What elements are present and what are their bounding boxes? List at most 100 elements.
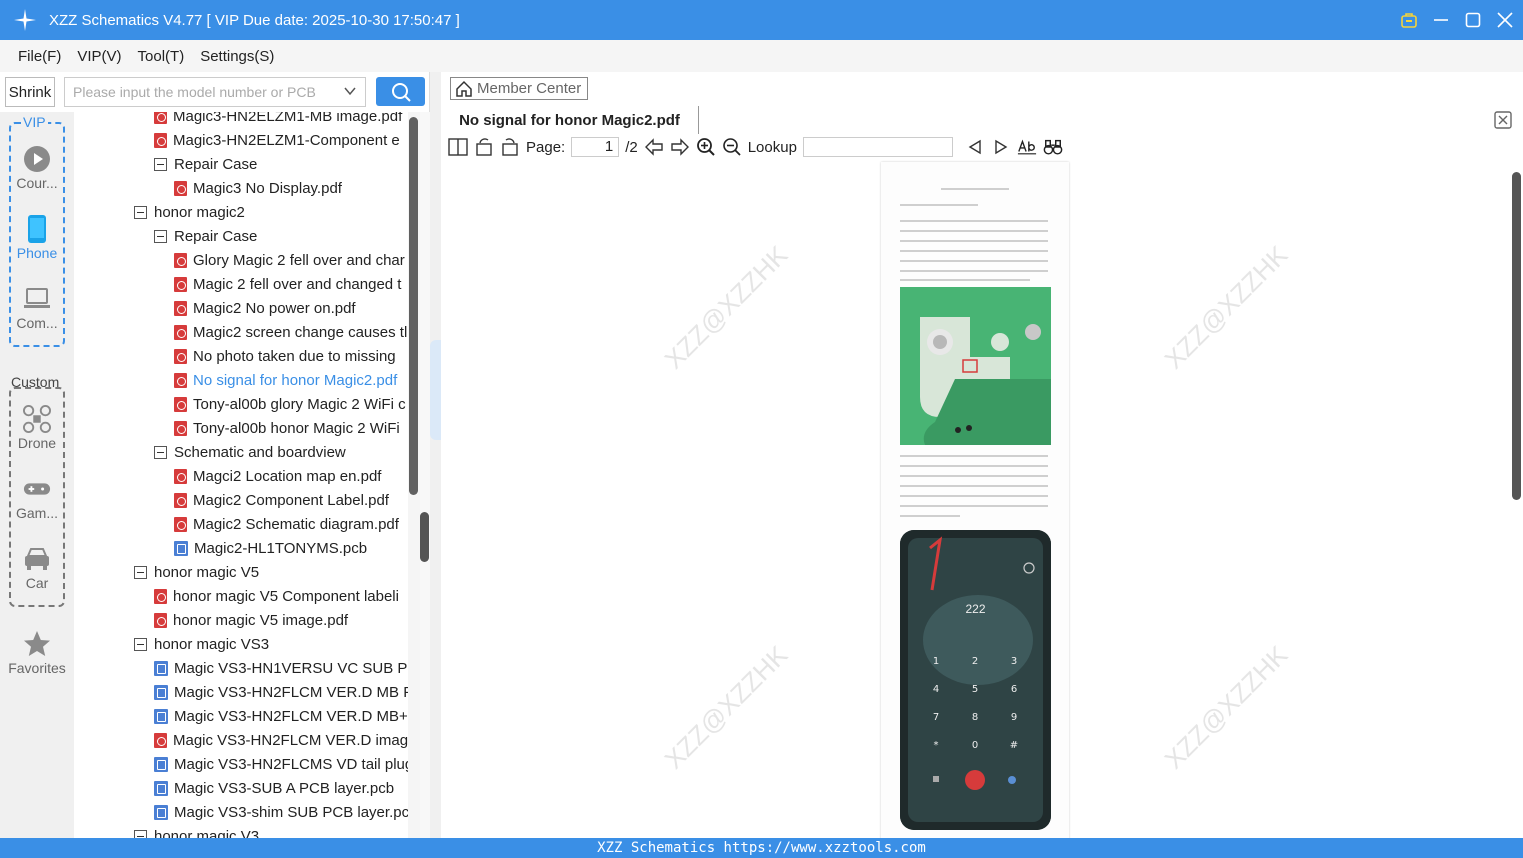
sidebar-item-phone[interactable]: Phone [0,215,74,261]
find-previous-icon[interactable] [965,137,985,157]
pdf-file-icon [174,420,187,436]
close-icon[interactable] [1495,10,1515,30]
tree-file-item[interactable]: honor magic V5 Component labeli [154,584,399,608]
pdf-file-icon [154,132,167,148]
search-row: Shrink Please input the model number or … [0,72,430,112]
tree-file-item[interactable]: Magic2 screen change causes tl [174,320,407,344]
tree-scroll-thumb[interactable] [409,117,418,495]
search-placeholder: Please input the model number or PCB [73,84,316,100]
sidebar-toggle-icon[interactable] [448,137,468,157]
sidebar-item-drone[interactable]: Drone [0,405,74,451]
tree-folder[interactable]: Repair Case [154,152,257,176]
close-tab-icon[interactable] [1493,110,1513,130]
vip-bag-icon[interactable] [1399,10,1419,30]
tree-item-label: Schematic and boardview [174,443,346,461]
collapse-icon[interactable] [154,445,167,459]
collapse-icon[interactable] [134,637,147,651]
tree-file-item[interactable]: Magic VS3-HN2FLCM VER.D image [154,728,408,752]
splitter-thumb[interactable] [420,512,429,562]
sidebar-item-course[interactable]: Cour... [0,145,74,191]
svg-text:9: 9 [1011,712,1017,723]
tree-file-item[interactable]: Glory Magic 2 fell over and char [174,248,405,272]
tree-scrollbar[interactable] [408,112,420,838]
sidebar-item-computer[interactable]: Com... [0,285,74,331]
chevron-down-icon[interactable] [343,84,357,98]
tree-file-item[interactable]: Magic VS3-SUB A PCB layer.pcb [154,776,394,800]
tree-file-item[interactable]: Magic2 No power on.pdf [174,296,356,320]
menu-tool[interactable]: Tool(T) [138,48,185,65]
tree-file-item[interactable]: Magic2-HL1TONYMS.pcb [174,536,367,560]
pdf-viewer[interactable]: XZZ@XZZHK XZZ@XZZHK XZZ@XZZHK XZZ@XZZHK [441,160,1523,838]
search-input[interactable]: Please input the model number or PCB [64,77,366,107]
sidebar-item-game[interactable]: Gam... [0,475,74,521]
tree-item-label: Magic2 screen change causes tl [193,323,408,341]
tree-file-item[interactable]: Magci2 Location map en.pdf [174,464,381,488]
collapse-icon[interactable] [154,157,167,171]
tree-folder[interactable]: honor magic VS3 [134,632,269,656]
laptop-icon [24,288,50,308]
tree-folder[interactable]: honor magic V5 [134,560,259,584]
page-number-input[interactable]: 1 [571,137,620,157]
collapse-icon[interactable] [134,829,147,838]
zoom-in-icon[interactable] [696,137,716,157]
tree-file-item[interactable]: Magic VS3-HN2FLCMS VD tail plug [154,752,408,776]
panel-splitter[interactable] [420,112,430,838]
app-logo-icon [14,9,36,31]
previous-page-icon[interactable] [644,137,664,157]
tree-file-item[interactable]: Magic3-HN2ELZM1-Component e [154,128,400,152]
pdf-file-icon [174,180,187,196]
sidebar-item-car[interactable]: Car [0,545,74,591]
maximize-icon[interactable] [1463,10,1483,30]
tree-file-item[interactable]: honor magic V5 image.pdf [154,608,348,632]
tree-file-item[interactable]: Magic 2 fell over and changed t [174,272,401,296]
minimize-icon[interactable] [1431,10,1451,30]
menu-file[interactable]: File(F) [18,48,61,65]
tree-file-item[interactable]: Tony-al00b honor Magic 2 WiFi [174,416,400,440]
tree-file-item[interactable]: Magic3 No Display.pdf [174,176,342,200]
tree-file-item[interactable]: Magic2 Schematic diagram.pdf [174,512,399,536]
rotate-left-icon[interactable] [474,137,494,157]
collapse-icon[interactable] [134,565,147,579]
tree-folder[interactable]: Repair Case [154,224,257,248]
zoom-out-icon[interactable] [722,137,742,157]
sidebar-item-favorites[interactable]: Favorites [0,630,74,676]
tab-document[interactable]: No signal for honor Magic2.pdf [441,106,699,134]
viewer-scrollbar[interactable] [1509,160,1523,838]
collapse-icon[interactable] [154,229,167,243]
menu-settings[interactable]: Settings(S) [200,48,274,65]
pdf-file-icon [174,300,187,316]
shrink-button[interactable]: Shrink [5,77,55,107]
tree-folder[interactable]: honor magic V3 [134,824,259,838]
find-next-icon[interactable] [991,137,1011,157]
tree-file-item[interactable]: No signal for honor Magic2.pdf [174,368,397,392]
vip-label: VIP [21,114,48,130]
sidebar-label-computer: Com... [16,315,58,331]
pcb-file-icon [154,756,168,772]
tree-file-item[interactable]: Magic VS3-HN2FLCM VER.D MB PC [154,680,408,704]
tree-folder[interactable]: honor magic2 [134,200,245,224]
match-case-icon[interactable] [1017,137,1037,157]
tree-file-item[interactable]: Magic VS3-HN2FLCM VER.D MB+S [154,704,408,728]
viewer-scroll-thumb[interactable] [1512,172,1521,500]
search-button[interactable] [376,77,425,106]
tree-item-label: Magic VS3-shim SUB PCB layer.pcb [174,803,408,821]
tree-folder[interactable]: Schematic and boardview [154,440,346,464]
find-binoculars-icon[interactable] [1043,137,1063,157]
sidebar-label-phone: Phone [16,245,58,261]
menu-vip[interactable]: VIP(V) [77,48,121,65]
member-center-button[interactable]: Member Center [450,77,588,100]
sidebar-label-game: Gam... [15,505,58,521]
rotate-right-icon[interactable] [500,137,520,157]
tree-file-item[interactable]: Magic VS3-HN1VERSU VC SUB PCE [154,656,408,680]
tree-file-item[interactable]: Tony-al00b glory Magic 2 WiFi c [174,392,406,416]
pdf-file-icon [154,112,167,124]
tree-file-item[interactable]: Magic VS3-shim SUB PCB layer.pcb [154,800,408,824]
pdf-file-icon [174,516,187,532]
lookup-input[interactable] [802,137,953,157]
collapse-icon[interactable] [134,205,147,219]
next-page-icon[interactable] [670,137,690,157]
tree-file-item[interactable]: Magic3-HN2ELZM1-MB image.pdf [154,112,402,128]
tree-file-item[interactable]: Magic2 Component Label.pdf [174,488,389,512]
tree-file-item[interactable]: No photo taken due to missing [174,344,396,368]
pcb-file-icon [154,804,168,820]
